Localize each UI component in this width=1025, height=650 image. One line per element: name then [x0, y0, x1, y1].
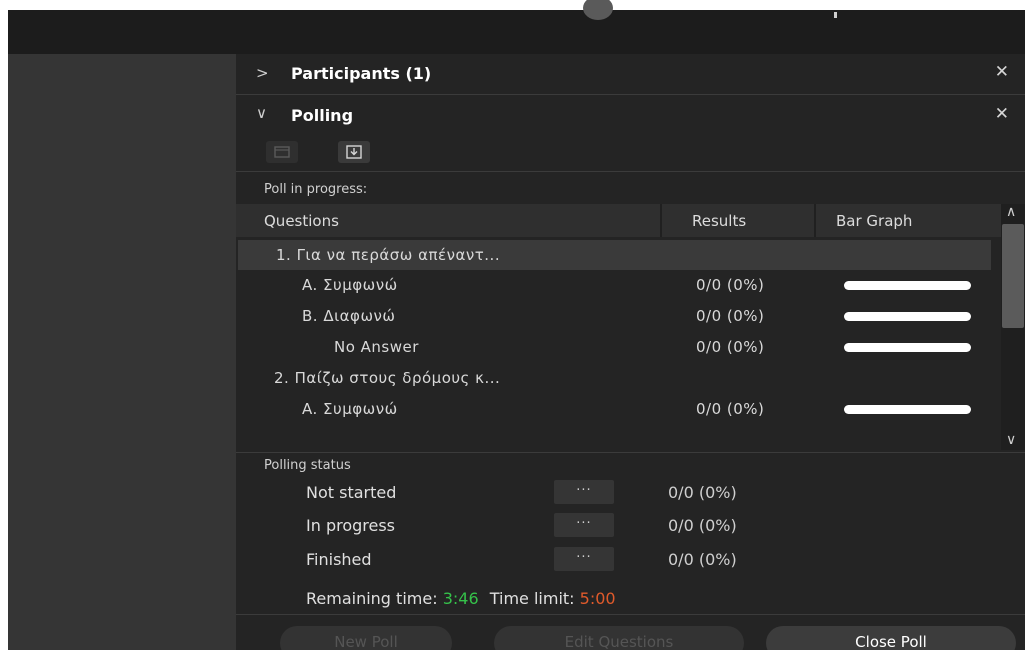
status-value: 0/0 (0%)	[668, 483, 737, 502]
results-table-header: Questions Results Bar Graph	[236, 204, 1001, 237]
results-table-body: 1. Για να περάσω απέναντ... A. Συμφωνώ 0…	[236, 240, 1001, 450]
folder-icon	[274, 146, 290, 158]
answer-row[interactable]: A. Συμφωνώ 0/0 (0%)	[236, 270, 1001, 300]
remaining-time-value: 3:46	[442, 589, 479, 608]
answer-row[interactable]: No Answer 0/0 (0%)	[236, 332, 1001, 362]
status-row-not-started: Not started ··· 0/0 (0%)	[236, 479, 836, 507]
close-poll-button[interactable]: Close Poll	[766, 626, 1016, 650]
column-separator	[660, 204, 662, 237]
window-top-bar	[8, 0, 1025, 54]
new-poll-button[interactable]: New Poll	[280, 626, 452, 650]
close-icon[interactable]: ✕	[995, 62, 1009, 82]
more-button[interactable]: ···	[554, 547, 614, 571]
status-name: Finished	[306, 550, 372, 569]
more-button[interactable]: ···	[554, 480, 614, 504]
edit-questions-button[interactable]: Edit Questions	[494, 626, 744, 650]
divider	[236, 171, 1025, 172]
close-icon[interactable]: ✕	[995, 104, 1009, 124]
scroll-up-icon[interactable]: ∧	[1006, 204, 1016, 220]
results-scrollbar[interactable]: ∧ ∨	[1001, 204, 1025, 450]
download-icon	[346, 145, 362, 159]
remaining-time-label: Remaining time:	[306, 589, 438, 608]
question-text: 1. Για να περάσω απέναντ...	[276, 246, 501, 264]
decorative-mark	[834, 12, 837, 18]
divider	[236, 452, 1025, 453]
answer-result: 0/0 (0%)	[696, 400, 765, 418]
time-limit-value: 5:00	[579, 589, 616, 608]
scroll-thumb[interactable]	[1002, 224, 1024, 328]
column-separator	[814, 204, 816, 237]
question-row[interactable]: 2. Παίζω στους δρόμους κ...	[236, 363, 1001, 393]
answer-text: A. Συμφωνώ	[302, 400, 398, 418]
video-area	[8, 54, 236, 650]
answer-result: 0/0 (0%)	[696, 276, 765, 294]
status-value: 0/0 (0%)	[668, 550, 737, 569]
answer-result: 0/0 (0%)	[696, 307, 765, 325]
polling-header[interactable]: ∨ Polling ✕	[236, 96, 1025, 136]
participants-header[interactable]: > Participants (1) ✕	[236, 54, 1025, 94]
download-button[interactable]	[338, 141, 370, 163]
answer-text: No Answer	[334, 338, 419, 356]
scroll-down-icon[interactable]: ∨	[1006, 432, 1016, 448]
divider	[236, 94, 1025, 95]
answer-bar	[844, 281, 971, 290]
folder-button[interactable]	[266, 141, 298, 163]
answer-text: B. Διαφωνώ	[302, 307, 396, 325]
avatar	[583, 0, 613, 20]
answer-row[interactable]: A. Συμφωνώ 0/0 (0%)	[236, 394, 1001, 424]
polling-status-label: Polling status	[264, 458, 351, 473]
status-row-finished: Finished ··· 0/0 (0%)	[236, 546, 836, 574]
time-limit-label: Time limit:	[489, 589, 575, 608]
side-panel: > Participants (1) ✕ ∨ Polling ✕ Poll in…	[236, 54, 1025, 650]
poll-progress-label: Poll in progress:	[264, 182, 368, 197]
chevron-right-icon: >	[256, 64, 269, 82]
answer-bar	[844, 312, 971, 321]
more-button[interactable]: ···	[554, 513, 614, 537]
answer-bar	[844, 405, 971, 414]
answer-bar	[844, 343, 971, 352]
question-row[interactable]: 1. Για να περάσω απέναντ...	[238, 240, 991, 270]
participants-title: Participants (1)	[291, 64, 432, 83]
status-name: Not started	[306, 483, 397, 502]
status-row-in-progress: In progress ··· 0/0 (0%)	[236, 512, 836, 540]
time-readout: Remaining time: 3:46 Time limit: 5:00	[306, 589, 616, 608]
question-text: 2. Παίζω στους δρόμους κ...	[274, 369, 501, 387]
column-questions: Questions	[264, 212, 339, 230]
poll-footer: New Poll Edit Questions Close Poll	[236, 614, 1025, 650]
column-bar-graph: Bar Graph	[836, 212, 913, 230]
status-name: In progress	[306, 516, 396, 535]
chevron-down-icon: ∨	[256, 104, 267, 122]
status-value: 0/0 (0%)	[668, 516, 737, 535]
polling-title: Polling	[291, 106, 354, 125]
column-results: Results	[692, 212, 747, 230]
answer-row[interactable]: B. Διαφωνώ 0/0 (0%)	[236, 301, 1001, 331]
answer-text: A. Συμφωνώ	[302, 276, 398, 294]
answer-result: 0/0 (0%)	[696, 338, 765, 356]
